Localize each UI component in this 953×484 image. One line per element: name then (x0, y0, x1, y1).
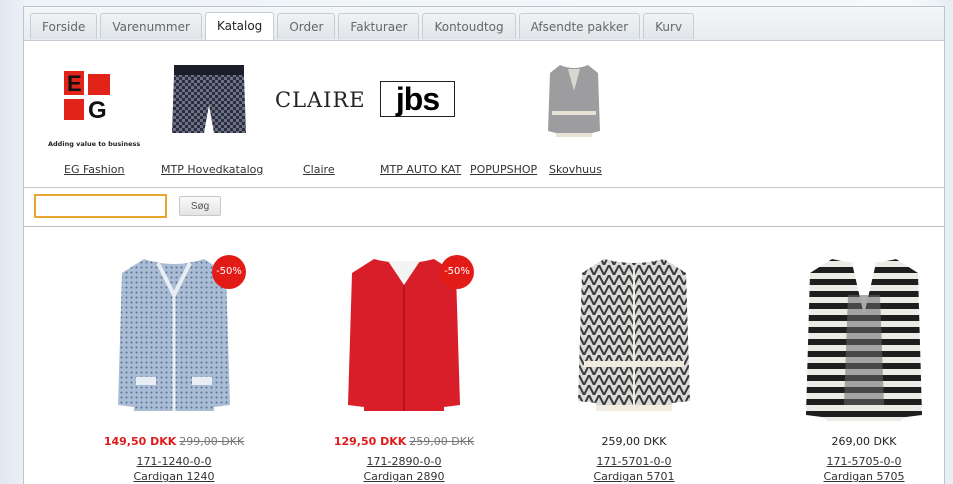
discount-badge: -50% (212, 255, 246, 289)
search-row: Søg (24, 188, 944, 227)
price-row: 129,50 DKK 259,00 DKK (294, 435, 514, 448)
brand-link-popupshop[interactable]: POPUPSHOP (470, 163, 537, 176)
brand-link-eg-fashion[interactable]: EG Fashion (64, 163, 125, 176)
product-name-link[interactable]: Cardigan 5705 (754, 470, 944, 483)
svg-text:E: E (67, 71, 82, 96)
price: 269,00 DKK (831, 435, 897, 448)
tab-afsendte-pakker[interactable]: Afsendte pakker (518, 13, 641, 39)
product-name-link[interactable]: Cardigan 2890 (294, 470, 514, 483)
skovhuus-brand-image[interactable] (546, 61, 602, 145)
product-name-link[interactable]: Cardigan 1240 (64, 470, 284, 483)
product-card[interactable]: 269,00 DKK 171-5705-0-0 Cardigan 5705 (754, 227, 944, 483)
product-card[interactable]: -50% 129,50 DKK 259,00 DKK 171-2890-0-0 C… (294, 227, 514, 483)
original-price: 299,00 DKK (179, 435, 245, 448)
sale-price: 149,50 DKK (103, 435, 177, 448)
price-row: 149,50 DKK 299,00 DKK (64, 435, 284, 448)
brand-link-mtp-auto-kat[interactable]: MTP AUTO KAT (380, 163, 461, 176)
tab-bar: Forside Varenummer Katalog Order Faktura… (24, 7, 944, 41)
tab-kurv[interactable]: Kurv (643, 13, 695, 39)
tab-varenummer[interactable]: Varenummer (100, 13, 202, 39)
tab-katalog[interactable]: Katalog (204, 12, 275, 40)
product-sku-link[interactable]: 171-2890-0-0 (294, 455, 514, 468)
product-image[interactable] (804, 255, 924, 425)
tab-forside[interactable]: Forside (30, 13, 98, 39)
original-price: 259,00 DKK (409, 435, 475, 448)
tabs: Forside Varenummer Katalog Order Faktura… (30, 12, 695, 40)
brand-link-claire[interactable]: Claire (303, 163, 335, 176)
product-sku-link[interactable]: 171-1240-0-0 (64, 455, 284, 468)
search-button[interactable]: Søg (179, 196, 221, 216)
tab-kontoudtog[interactable]: Kontoudtog (422, 13, 516, 39)
price-row: 259,00 DKK (524, 435, 744, 448)
brand-link-mtp-hovedkatalog[interactable]: MTP Hovedkatalog (161, 163, 263, 176)
price-row: 269,00 DKK (754, 435, 944, 448)
eg-tagline: Adding value to business (48, 140, 141, 148)
app-window: Forside Varenummer Katalog Order Faktura… (23, 6, 945, 484)
product-card[interactable]: 259,00 DKK 171-5701-0-0 Cardigan 5701 (524, 227, 744, 483)
search-input[interactable] (34, 194, 167, 218)
product-name-link[interactable]: Cardigan 5701 (524, 470, 744, 483)
sale-price: 129,50 DKK (333, 435, 407, 448)
svg-text:G: G (88, 97, 107, 124)
shorts-brand-image[interactable] (170, 65, 248, 137)
discount-badge: -50% (440, 255, 474, 289)
tab-fakturaer[interactable]: Fakturaer (338, 13, 420, 39)
tab-order[interactable]: Order (277, 13, 336, 39)
product-sku-link[interactable]: 171-5701-0-0 (524, 455, 744, 468)
brand-catalog-bar: E G Adding value to business CLAIRE jbs (24, 41, 944, 188)
price: 259,00 DKK (601, 435, 667, 448)
brand-link-skovhuus[interactable]: Skovhuus (549, 163, 602, 176)
product-sku-link[interactable]: 171-5705-0-0 (754, 455, 944, 468)
eg-fashion-logo[interactable]: E G Adding value to business (48, 71, 158, 161)
jbs-logo[interactable]: jbs (380, 81, 455, 117)
product-card[interactable]: -50% 149,50 DKK 299,00 DKK 171-1240-0-0 C… (64, 227, 284, 483)
product-grid: -50% 149,50 DKK 299,00 DKK 171-1240-0-0 C… (24, 227, 944, 483)
product-image[interactable] (574, 255, 694, 415)
claire-logo[interactable]: CLAIRE (275, 88, 366, 112)
